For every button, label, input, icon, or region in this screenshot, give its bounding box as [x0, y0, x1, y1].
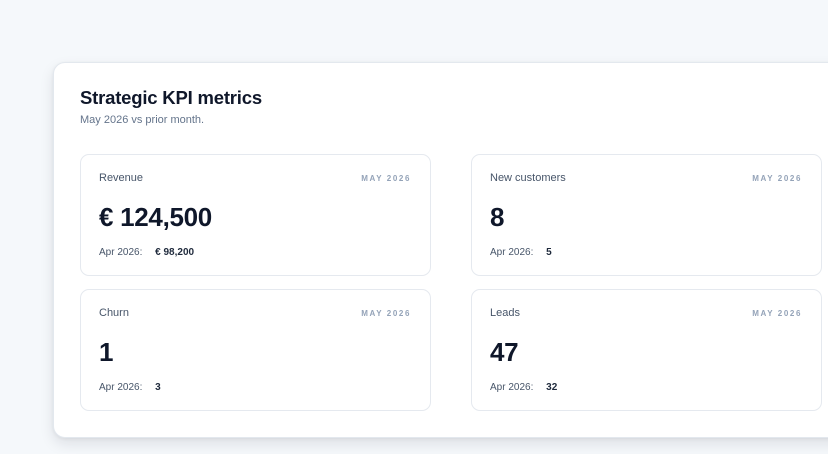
kpi-card-leads: Leads MAY 2026 47 Apr 2026: 32: [471, 289, 822, 411]
kpi-card-new-customers: New customers MAY 2026 8 Apr 2026: 5: [471, 154, 822, 276]
kpi-card-revenue: Revenue MAY 2026 € 124,500 Apr 2026: € 9…: [80, 154, 431, 276]
card-label: New customers: [490, 172, 566, 184]
card-period: MAY 2026: [361, 309, 411, 318]
prior-period-label: Apr 2026:: [99, 247, 143, 258]
card-label: Revenue: [99, 172, 144, 184]
card-footer: Apr 2026: € 98,200: [99, 247, 194, 258]
card-value: 47: [490, 337, 519, 367]
kpi-card-churn: Churn MAY 2026 1 Apr 2026: 3: [80, 289, 431, 411]
prior-period-value: € 98,200: [155, 247, 195, 258]
card-value: 8: [490, 202, 505, 232]
card-period: MAY 2026: [752, 174, 802, 183]
prior-period-value: 3: [155, 382, 161, 393]
card-period: MAY 2026: [361, 174, 411, 183]
prior-period-value: 32: [546, 382, 558, 393]
prior-period-label: Apr 2026:: [490, 247, 534, 258]
card-footer: Apr 2026: 3: [99, 382, 161, 393]
prior-period-label: Apr 2026:: [99, 382, 143, 393]
prior-period-label: Apr 2026:: [490, 382, 534, 393]
card-footer: Apr 2026: 5: [490, 247, 552, 258]
card-label: Leads: [490, 307, 520, 319]
card-footer: Apr 2026: 32: [490, 382, 557, 393]
panel-subtitle: May 2026 vs prior month.: [80, 114, 205, 126]
kpi-panel: Strategic KPI metrics May 2026 vs prior …: [53, 62, 828, 438]
card-value: € 124,500: [99, 202, 212, 232]
prior-period-value: 5: [546, 247, 552, 258]
card-period: MAY 2026: [752, 309, 802, 318]
panel-title: Strategic KPI metrics: [80, 87, 262, 108]
card-label: Churn: [99, 307, 129, 319]
card-value: 1: [99, 337, 114, 367]
